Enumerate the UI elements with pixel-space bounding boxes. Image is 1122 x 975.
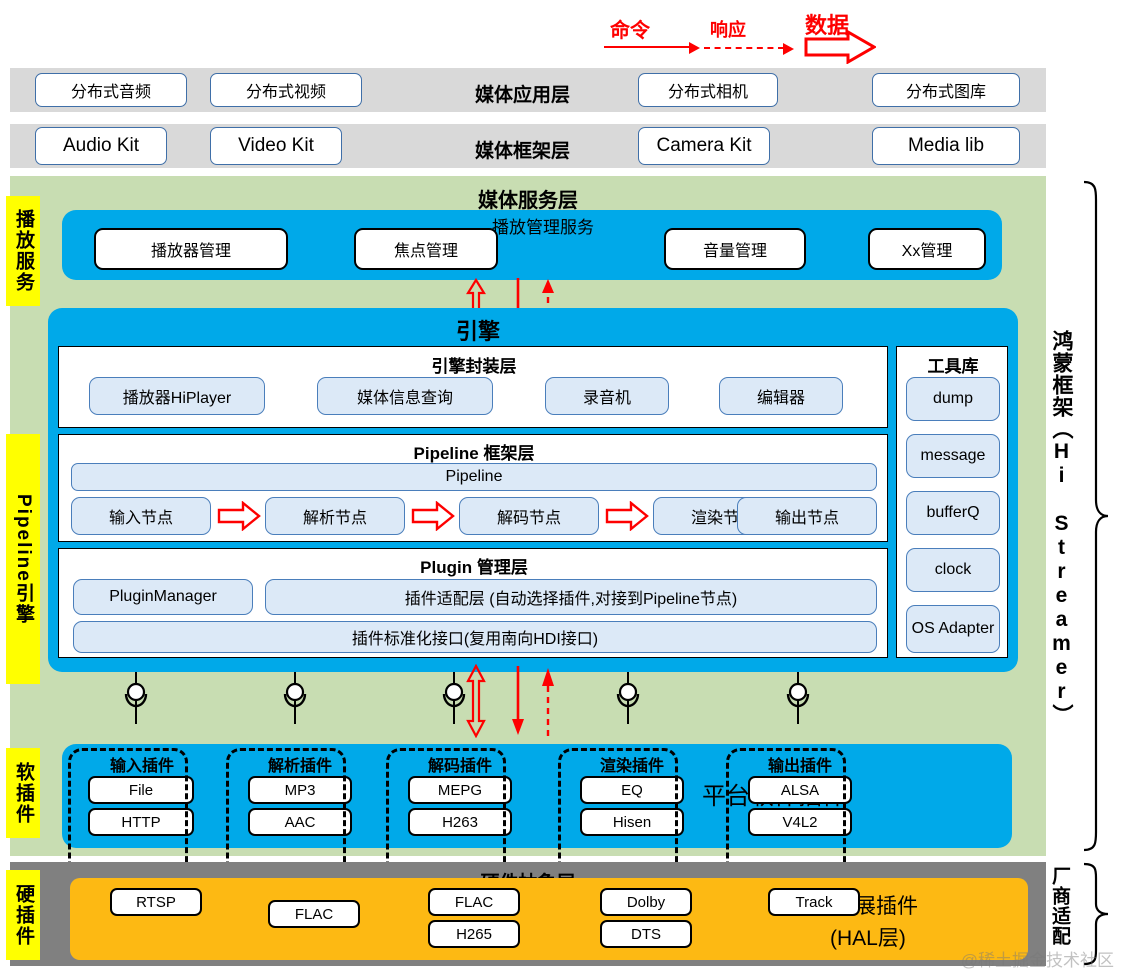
playback-management-service-panel: 播放管理服务 播放器管理 焦点管理 音量管理 Xx管理 [62, 210, 1002, 280]
hal-item-dts[interactable]: DTS [600, 920, 692, 948]
app-item-distributed-video[interactable]: 分布式视频 [210, 73, 362, 107]
engine-wrapper-item-media-info-query[interactable]: 媒体信息查询 [317, 377, 493, 415]
app-item-distributed-camera[interactable]: 分布式相机 [638, 73, 778, 107]
hal-item-rtsp[interactable]: RTSP [110, 888, 202, 916]
left-tab-hard-plugin: 硬插件 [6, 870, 40, 960]
toolkit-item-message[interactable]: message [906, 434, 1000, 478]
right-label-harmony-framework: 鸿蒙框架（Hi Streamer） [1050, 330, 1073, 726]
hal-item-flac-parse[interactable]: FLAC [268, 900, 360, 928]
brace-harmony-framework [1083, 180, 1109, 852]
legend-data-block-arrow [804, 30, 876, 64]
media-application-layer-band: 媒体应用层 分布式音频 分布式视频 分布式相机 分布式图库 [10, 68, 1046, 112]
engine-wrapper-item-editor[interactable]: 编辑器 [719, 377, 843, 415]
plugin-adapter-layer[interactable]: 插件适配层 (自动选择插件,对接到Pipeline节点) [265, 579, 877, 615]
connector-socket-render [616, 672, 640, 724]
plugin-manager[interactable]: PluginManager [73, 579, 253, 615]
engine-wrapper-title: 引擎封装层 [431, 357, 517, 376]
framework-item-audio-kit[interactable]: Audio Kit [35, 127, 167, 165]
toolkit-item-os-adapter[interactable]: OS Adapter [906, 605, 1000, 653]
connector-socket-output [786, 672, 810, 724]
toolkit-item-dump[interactable]: dump [906, 377, 1000, 421]
pipeline-arrow-3 [605, 501, 649, 531]
pipeline-node-decode[interactable]: 解码节点 [459, 497, 599, 535]
vendor-extension-label-line2: (HAL层) [830, 927, 906, 950]
service-item-volume-management[interactable]: 音量管理 [664, 228, 806, 270]
media-service-layer-title: 媒体服务层 [478, 190, 578, 212]
engine-title: 引擎 [455, 319, 500, 344]
pipeline-arrow-1 [217, 501, 261, 531]
plugin-management-title: Plugin 管理层 [420, 558, 528, 577]
connector-socket-input [124, 672, 148, 724]
plugin-management-panel: Plugin 管理层 PluginManager 插件适配层 (自动选择插件,对… [58, 548, 888, 658]
pipeline-node-input[interactable]: 输入节点 [71, 497, 211, 535]
pipeline-node-parse[interactable]: 解析节点 [265, 497, 405, 535]
plugin-standard-interface[interactable]: 插件标准化接口(复用南向HDI接口) [73, 621, 877, 653]
framework-item-media-lib[interactable]: Media lib [872, 127, 1020, 165]
app-item-distributed-gallery[interactable]: 分布式图库 [872, 73, 1020, 107]
left-tab-soft-plugin: 软插件 [6, 748, 40, 838]
service-item-focus-management[interactable]: 焦点管理 [354, 228, 498, 270]
hal-item-h265[interactable]: H265 [428, 920, 520, 948]
engine-wrapper-item-recorder[interactable]: 录音机 [545, 377, 669, 415]
connector-socket-parse [283, 672, 307, 724]
pipeline-node-output[interactable]: 输出节点 [737, 497, 877, 535]
legend-command-label: 命令 [610, 20, 650, 42]
pipeline-framework-title: Pipeline 框架层 [413, 444, 535, 463]
toolkit-title: 工具库 [927, 357, 979, 376]
left-tab-pipeline-engine: Pipeline引擎 [6, 434, 40, 684]
pipeline-bar: Pipeline [71, 463, 877, 491]
pipeline-arrow-2 [411, 501, 455, 531]
media-framework-layer-band: 媒体框架层 Audio Kit Video Kit Camera Kit Med… [10, 124, 1046, 168]
left-tab-playback-service: 播放服务 [6, 196, 40, 306]
legend: 命令 响应 数据 [600, 6, 900, 64]
framework-item-video-kit[interactable]: Video Kit [210, 127, 342, 165]
service-item-xx-management[interactable]: Xx管理 [868, 228, 986, 270]
app-item-distributed-audio[interactable]: 分布式音频 [35, 73, 187, 107]
service-item-player-management[interactable]: 播放器管理 [94, 228, 288, 270]
legend-response-label: 响应 [710, 20, 746, 40]
engine-wrapper-panel: 引擎封装层 播放器HiPlayer 媒体信息查询 录音机 编辑器 [58, 346, 888, 428]
legend-command-arrow [604, 42, 700, 54]
vendor-extension-plugin-panel: 厂商扩展插件 (HAL层) RTSP FLAC FLAC H265 Dolby … [70, 878, 1028, 960]
toolkit-item-bufferq[interactable]: bufferQ [906, 491, 1000, 535]
toolkit-panel: 工具库 dump message bufferQ clock OS Adapte… [896, 346, 1008, 658]
media-application-layer-title: 媒体应用层 [475, 85, 571, 106]
right-label-vendor-adaptation: 厂商适配 [1049, 866, 1070, 946]
hal-item-track[interactable]: Track [768, 888, 860, 916]
playback-management-service-label: 播放管理服务 [492, 218, 594, 237]
soft-plugin-panel: 平台软件插件 输入插件 File HTTP 解析插件 MP3 AAC 解码插件 … [62, 744, 1012, 848]
engine-wrapper-item-hiplayer[interactable]: 播放器HiPlayer [89, 377, 265, 415]
watermark: @稀土掘金技术社区 [960, 951, 1114, 970]
hal-item-dolby[interactable]: Dolby [600, 888, 692, 916]
plugin-softplugin-arrow-group [466, 664, 554, 738]
legend-response-arrow [704, 43, 794, 55]
toolkit-item-clock[interactable]: clock [906, 548, 1000, 592]
framework-item-camera-kit[interactable]: Camera Kit [638, 127, 770, 165]
media-framework-layer-title: 媒体框架层 [475, 141, 571, 162]
hal-item-flac-decode[interactable]: FLAC [428, 888, 520, 916]
pipeline-framework-panel: Pipeline 框架层 Pipeline 输入节点 解析节点 解码节点 渲染节… [58, 434, 888, 542]
engine-panel: 引擎 引擎封装层 播放器HiPlayer 媒体信息查询 录音机 编辑器 Pipe… [48, 308, 1018, 672]
